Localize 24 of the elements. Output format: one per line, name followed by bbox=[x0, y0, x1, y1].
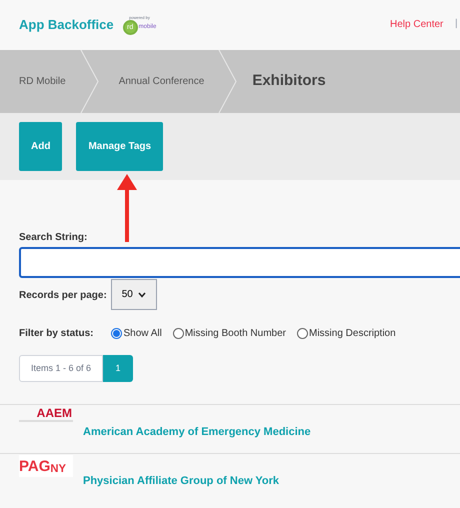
search-label: Search String: bbox=[19, 231, 88, 245]
search-field[interactable] bbox=[19, 247, 460, 278]
separator: | bbox=[455, 17, 458, 31]
exhibitor-logo: AAEM bbox=[19, 406, 73, 422]
status-radio[interactable]: Show All bbox=[111, 326, 162, 341]
chevron-down-icon bbox=[138, 292, 146, 298]
filter-label: Filter by status: bbox=[19, 327, 94, 341]
app-name: App Backoffice bbox=[19, 16, 114, 34]
toolbar-button[interactable]: Add bbox=[19, 122, 62, 171]
status-radio[interactable]: Missing Booth Number bbox=[172, 326, 286, 341]
help-center-link[interactable]: Help Center bbox=[390, 17, 444, 32]
exhibitor-logo: PAG$_{NY}$ bbox=[19, 455, 73, 477]
breadcrumb-item[interactable]: Annual Conference bbox=[100, 74, 218, 89]
toolbar-button[interactable]: Manage Tags bbox=[76, 122, 164, 171]
records-label: Records per page: bbox=[19, 289, 107, 303]
records-select[interactable]: 50 bbox=[110, 279, 157, 310]
exhibitor-name[interactable]: Physician Affiliate Group of New York bbox=[83, 473, 280, 490]
exhibitor-name[interactable]: American Academy of Emergency Medicine bbox=[83, 424, 311, 440]
breadcrumb-item[interactable]: Exhibitors bbox=[238, 70, 340, 93]
pagination-info: Items 1 - 6 of 6 bbox=[19, 355, 104, 382]
breadcrumb-item[interactable]: RD Mobile bbox=[0, 74, 80, 89]
status-radio[interactable]: Missing Description bbox=[296, 326, 396, 341]
up-arrow-annotation bbox=[115, 172, 139, 244]
page-button[interactable]: 1 bbox=[103, 355, 134, 382]
